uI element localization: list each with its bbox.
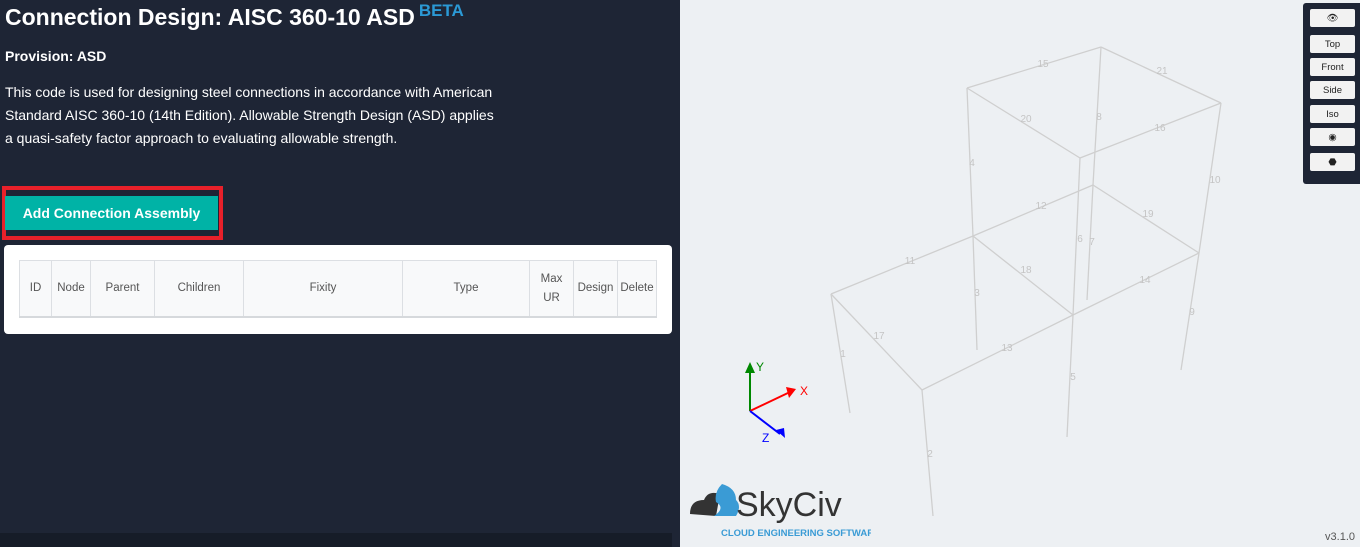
member-label: 18: [1020, 265, 1032, 276]
svg-text:SkyCiv: SkyCiv: [736, 486, 842, 524]
member-label: 20: [1020, 114, 1032, 125]
eye-icon[interactable]: 👁: [1310, 9, 1355, 27]
description: This code is used for designing steel co…: [5, 84, 494, 146]
add-connection-assembly-button[interactable]: Add Connection Assembly: [5, 196, 218, 230]
x-axis-label: X: [800, 384, 808, 398]
col-id: ID: [19, 260, 52, 317]
member-label: 7: [1089, 237, 1095, 248]
member-label: 3: [974, 288, 980, 299]
y-axis-label: Y: [756, 360, 764, 374]
member-line[interactable]: [1072, 252, 1200, 316]
member-line[interactable]: [966, 46, 1102, 89]
front-view-button[interactable]: Front: [1310, 58, 1355, 76]
member-label: 11: [905, 256, 916, 267]
iso-view-button[interactable]: Iso: [1310, 105, 1355, 123]
col-design: Design: [573, 260, 618, 317]
col-delete: Delete: [620, 282, 654, 294]
view-toolbar: 👁 Top Front Side Iso ◉ ⬣: [1303, 3, 1360, 184]
col-children: Children: [154, 260, 244, 317]
connections-card: ID Node Parent Children Fixity Type Max …: [4, 245, 672, 334]
z-axis-label: Z: [762, 431, 769, 445]
col-type: Type: [402, 260, 530, 317]
model-viewer[interactable]: 123456 789101112131415161718192021YXZ: [680, 0, 1360, 547]
member-line[interactable]: [921, 314, 1074, 391]
member-label: 14: [1139, 275, 1151, 286]
member-label: 16: [1154, 123, 1166, 134]
x-arrow-icon: [786, 387, 796, 398]
col-node: Node: [51, 260, 91, 317]
top-view-button[interactable]: Top: [1310, 35, 1355, 53]
member-label: 12: [1035, 201, 1047, 212]
bottom-scrollbar[interactable]: [0, 533, 672, 547]
col-max-ur: Max UR: [529, 260, 574, 317]
y-arrow-icon: [745, 362, 755, 373]
side-view-button[interactable]: Side: [1310, 81, 1355, 99]
member-label: 17: [873, 331, 885, 342]
provision-label: Provision: ASD: [5, 48, 107, 64]
version-label: v3.1.0: [1325, 531, 1355, 543]
cube-icon[interactable]: ⬣: [1310, 153, 1355, 171]
member-label: 9: [1189, 307, 1195, 318]
page-title: Connection Design: AISC 360-10 ASD BETA: [5, 1, 464, 30]
x-axis-line: [749, 391, 791, 412]
beta-badge: BETA: [418, 1, 464, 20]
col-fixity: Fixity: [243, 260, 403, 317]
connections-table: ID Node Parent Children Fixity Type Max …: [19, 260, 657, 318]
member-label: 8: [1096, 112, 1102, 123]
member-line[interactable]: [830, 235, 974, 295]
member-label: 13: [1001, 343, 1013, 354]
skyciv-logo: SkyCiv CLOUD ENGINEERING SOFTWARE: [686, 482, 880, 547]
camera-icon[interactable]: ◉: [1310, 128, 1355, 146]
member-label: 4: [969, 158, 975, 169]
member-label: 21: [1156, 66, 1168, 77]
member-label: 15: [1037, 59, 1049, 70]
member-line[interactable]: [972, 184, 1094, 237]
member-label: 5: [1070, 372, 1076, 383]
member-label: 1: [840, 349, 846, 360]
col-parent: Parent: [90, 260, 155, 317]
member-label: 10: [1209, 175, 1221, 186]
member-label: 19: [1142, 209, 1154, 220]
member-label: 6: [1077, 234, 1083, 245]
left-panel: Connection Design: AISC 360-10 ASD BETA P…: [0, 0, 680, 547]
member-label: 2: [927, 449, 933, 460]
svg-text:CLOUD ENGINEERING SOFTWARE: CLOUD ENGINEERING SOFTWARE: [721, 528, 871, 539]
